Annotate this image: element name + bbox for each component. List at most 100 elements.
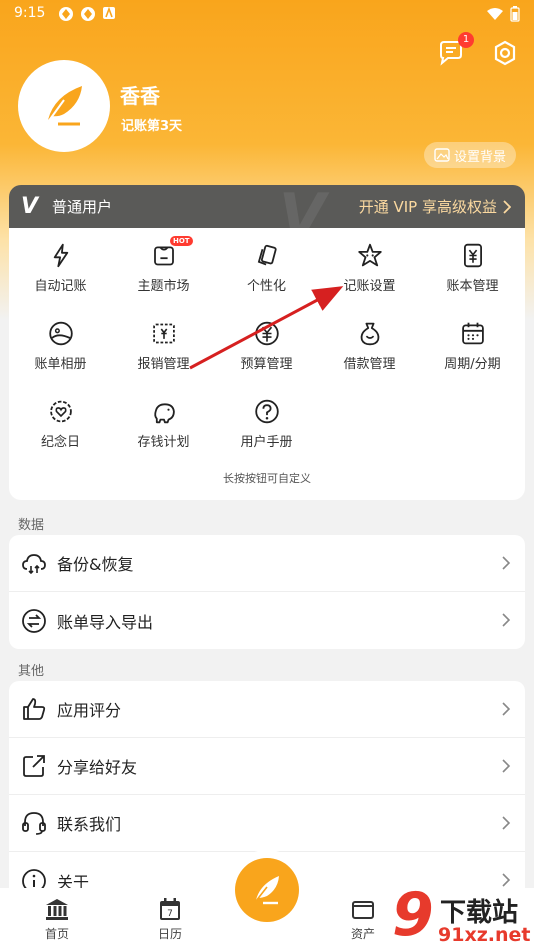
cloud-sync-icon <box>22 554 46 575</box>
grid-item-label: 自动记账 <box>34 279 87 294</box>
import-export-icon <box>22 608 46 633</box>
data-section-title: 数据 <box>18 518 45 533</box>
share-row[interactable]: 分享给好友 <box>9 738 525 795</box>
grid-item-budget[interactable]: 预算管理 <box>215 320 318 372</box>
contact-us-row[interactable]: 联系我们 <box>9 795 525 852</box>
app-rating-row[interactable]: 应用评分 <box>9 681 525 738</box>
grid-item-ledger-management[interactable]: 账本管理 <box>421 242 524 294</box>
bank-icon <box>46 899 68 920</box>
grid-item-label: 账本管理 <box>446 279 499 294</box>
nav-home[interactable]: 首页 <box>27 896 87 942</box>
grid-item-reimbursement[interactable]: 报销管理 <box>112 320 215 372</box>
watermark-digits: 9 <box>392 880 434 950</box>
grid-item-label: 报销管理 <box>137 357 190 372</box>
nav-calendar[interactable]: 7 日历 <box>140 896 200 942</box>
grid-item-label: 主题市场 <box>137 279 190 294</box>
wallet-icon <box>352 901 374 919</box>
grid-item-label: 记账设置 <box>343 279 396 294</box>
vip-promo-link[interactable]: 开通 VIP 享高级权益 <box>359 196 511 217</box>
ledger-icon <box>463 243 482 268</box>
list-row-label: 应用评分 <box>57 701 122 720</box>
grid-item-personalization[interactable]: 个性化 <box>215 242 318 294</box>
set-background-label: 设置背景 <box>453 149 506 165</box>
vip-bar[interactable]: V V 普通用户 开通 VIP 享高级权益 <box>9 185 525 228</box>
notification-icons <box>58 6 118 22</box>
hot-badge: HOT <box>170 236 193 246</box>
add-record-button[interactable] <box>235 858 299 922</box>
nav-assets[interactable]: 资产 <box>333 896 393 942</box>
grid-item-saving-plan[interactable]: 存钱计划 <box>112 398 215 450</box>
grid-item-label: 账单相册 <box>34 357 87 372</box>
grid-item-bill-album[interactable]: 账单相册 <box>9 320 112 372</box>
help-icon <box>254 399 279 424</box>
vip-promo-label: 开通 VIP 享高级权益 <box>358 198 497 216</box>
chevron-right-icon <box>502 816 511 830</box>
cards-icon <box>257 244 277 266</box>
grid-item-label: 借款管理 <box>343 357 396 372</box>
vip-watermark: V <box>279 185 326 228</box>
status-bar: 9:15 <box>0 0 534 28</box>
bookkeeping-days: 记账第3天 <box>121 119 183 134</box>
calendar-icon <box>461 322 484 345</box>
svg-text:7: 7 <box>167 909 173 919</box>
text-notification-icon <box>102 6 118 22</box>
set-background-button[interactable]: 设置背景 <box>423 142 516 168</box>
user-name[interactable]: 香香 <box>120 80 160 109</box>
grid-item-label: 预算管理 <box>240 357 293 372</box>
grid-item-label: 纪念日 <box>40 435 80 450</box>
message-button[interactable]: 1 <box>436 32 474 68</box>
lightning-icon <box>53 243 68 268</box>
grid-item-loan[interactable]: 借款管理 <box>318 320 421 372</box>
grid-item-label: 周期/分期 <box>444 357 501 372</box>
data-list: 备份&恢复 账单导入导出 <box>9 535 525 649</box>
receipt-icon <box>152 323 175 344</box>
feather-pen-icon <box>255 876 279 905</box>
avatar[interactable] <box>18 60 110 152</box>
grid-item-user-manual[interactable]: 用户手册 <box>215 398 318 450</box>
grid-item-auto-bookkeeping[interactable]: 自动记账 <box>9 242 112 294</box>
chevron-right-icon <box>502 759 511 773</box>
anniversary-icon <box>49 400 72 423</box>
grid-item-label: 个性化 <box>246 279 286 294</box>
list-row-label: 账单导入导出 <box>57 612 154 632</box>
feather-logo-icon <box>47 86 82 126</box>
wifi-icon <box>487 8 503 20</box>
chevron-right-icon <box>502 613 511 627</box>
watermark-url: 91xz.net <box>438 924 531 946</box>
grid-item-label: 用户手册 <box>240 435 293 450</box>
share-icon <box>23 755 45 777</box>
backup-restore-row[interactable]: 备份&恢复 <box>9 535 525 592</box>
grid-item-theme-market[interactable]: HOT 主题市场 <box>112 236 215 294</box>
nav-label: 首页 <box>44 927 69 941</box>
chevron-right-icon <box>502 556 511 570</box>
app-notification-icon <box>58 6 74 22</box>
system-icons <box>486 6 520 22</box>
list-row-label: 分享给好友 <box>57 758 138 777</box>
grid-item-periodic[interactable]: 周期/分期 <box>421 320 524 372</box>
thumbs-up-icon <box>23 698 46 720</box>
other-section-title: 其他 <box>18 664 45 679</box>
chevron-right-icon <box>503 199 511 214</box>
grid-item-anniversary[interactable]: 纪念日 <box>9 398 112 450</box>
nav-label: 资产 <box>350 927 375 941</box>
feature-grid-card: 自动记账 HOT 主题市场 个性化 记账设置 账本管理 账单相册 报销管理 预算… <box>9 228 525 500</box>
customize-hint: 长按按钮可自定义 <box>223 472 311 485</box>
site-watermark: 9 下载站 91xz.net <box>392 880 534 950</box>
shirt-icon <box>153 246 174 266</box>
status-time: 9:15 <box>14 5 46 21</box>
message-badge: 1 <box>458 32 474 48</box>
nav-label: 日历 <box>157 927 182 941</box>
piggy-bank-icon <box>153 403 175 424</box>
image-icon <box>434 148 450 162</box>
app-notification-icon <box>80 6 96 22</box>
chevron-right-icon <box>502 702 511 716</box>
money-bag-icon <box>360 322 379 346</box>
bill-import-export-row[interactable]: 账单导入导出 <box>9 592 525 649</box>
calendar-day-icon: 7 <box>160 898 180 920</box>
settings-icon <box>494 40 516 66</box>
headset-icon <box>22 812 46 835</box>
star-face-icon <box>357 243 382 267</box>
chevron-right-icon <box>502 873 511 887</box>
grid-item-bookkeeping-settings[interactable]: 记账设置 <box>318 242 421 294</box>
settings-button[interactable] <box>490 38 520 68</box>
